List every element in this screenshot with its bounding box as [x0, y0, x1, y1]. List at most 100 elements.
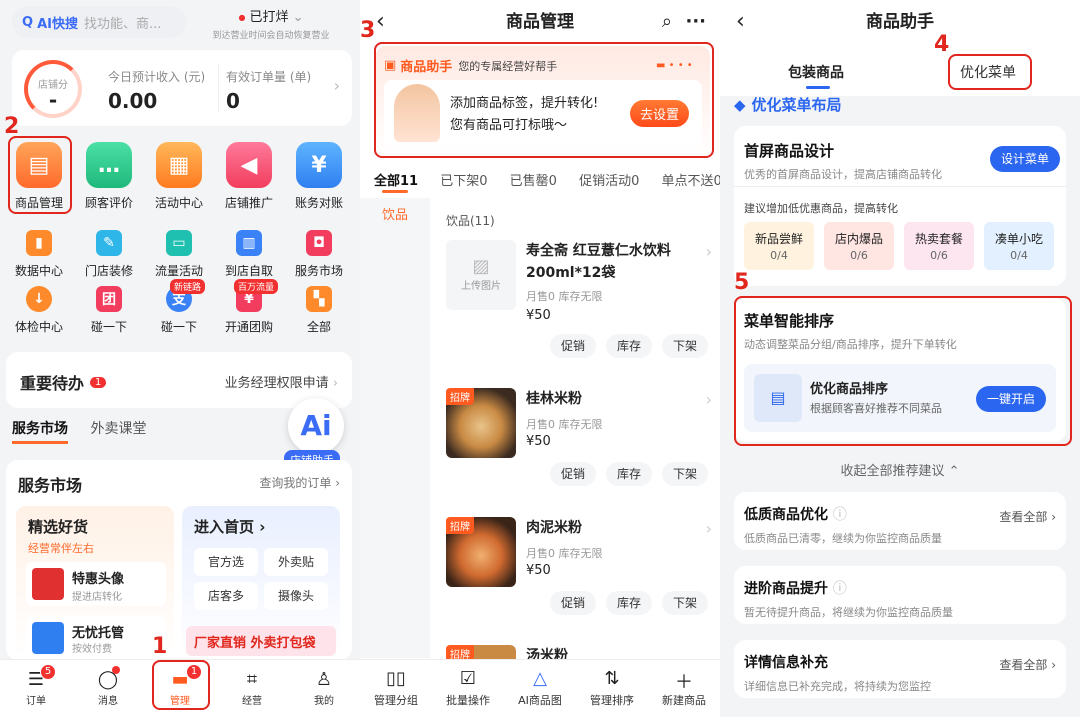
icon-label: 活动中心 — [154, 196, 203, 210]
icon-self-pickup[interactable]: ▥ 到店自取 — [214, 230, 284, 279]
ai-assistant-button[interactable]: Ai — [288, 398, 344, 454]
signature-badge: 招牌 — [446, 517, 474, 534]
back-icon[interactable]: ‹ — [736, 0, 745, 44]
action-sort[interactable]: ⇅ 管理排序 — [576, 668, 648, 708]
icon-health-check[interactable]: ↓ 体检中心 — [4, 286, 74, 335]
icon-label: 到店自取 — [224, 264, 273, 278]
action-manage-groups[interactable]: ▯▯ 管理分组 — [360, 668, 432, 708]
item-thumbnail — [32, 622, 64, 654]
chip-sticker[interactable]: 外卖贴 — [264, 548, 328, 576]
item1-title: 特惠头像 — [72, 572, 125, 587]
tab-all[interactable]: 全部11 — [374, 174, 418, 189]
tab-off-shelf[interactable]: 已下架0 — [440, 174, 487, 189]
mini-hot[interactable]: 店内爆品 0/6 — [824, 222, 894, 270]
yen-icon: ¥ — [296, 142, 342, 188]
delist-button[interactable]: 下架 — [662, 334, 708, 358]
market-link[interactable]: 查询我的订单 — [259, 476, 331, 490]
mini-count: 0/6 — [930, 249, 948, 262]
todo-card[interactable]: 重要待办 1 业务经理权限申请 › — [6, 352, 352, 408]
stock-button[interactable]: 库存 — [606, 334, 652, 358]
action-batch[interactable]: ☑ 批量操作 — [432, 668, 504, 708]
todo-link[interactable]: 业务经理权限申请 — [225, 376, 329, 391]
action-ai-image[interactable]: △ AI商品图 — [504, 668, 576, 708]
icon-store-decoration[interactable]: ✎ 门店装修 — [74, 230, 144, 279]
mini-snack[interactable]: 凑单小吃 0/4 — [984, 222, 1054, 270]
promo-button[interactable]: 促销 — [550, 591, 596, 615]
back-icon[interactable]: ‹ — [376, 0, 385, 44]
tap-icon: 团 — [96, 286, 122, 312]
icon-label: 碰一下 — [160, 320, 197, 334]
order-icon: ☰ — [27, 669, 45, 690]
delist-button[interactable]: 下架 — [662, 462, 708, 486]
tab-business[interactable]: ⌗ 经营 — [216, 668, 288, 707]
detail-info-card[interactable]: 详情信息补充 详细信息已补充完成，将持续为您监控 查看全部 › — [734, 640, 1066, 698]
chat-bubble-icon: … — [86, 142, 132, 188]
stock-button[interactable]: 库存 — [606, 462, 652, 486]
icon-traffic-activity[interactable]: ▭ 流量活动 — [144, 230, 214, 279]
mini-new[interactable]: 新品尝鲜 0/4 — [744, 222, 814, 270]
goods-item-2[interactable]: 无忧托管 按效付费 — [26, 616, 166, 656]
chip-official[interactable]: 官方选 — [194, 548, 258, 576]
design-menu-button[interactable]: 设计菜单 — [990, 146, 1060, 172]
income-value: 0.00 — [108, 89, 158, 113]
tab-service-market[interactable]: 服务市场 — [12, 421, 68, 444]
view-all-link[interactable]: 查看全部 — [999, 510, 1047, 524]
step-5-label: 5 — [734, 270, 750, 295]
product-meta: 月售0 库存无限 — [526, 418, 603, 431]
advanced-card[interactable]: 进阶商品提升 ⓘ 暂无待提升商品，将继续为你监控商品质量 — [734, 566, 1066, 624]
chip-customers[interactable]: 店客多 — [194, 582, 258, 610]
icon-all[interactable]: ▚ 全部 — [284, 286, 354, 335]
stats-card[interactable]: 店铺分 - 今日预计收入 (元) 0.00 有效订单量 (单) 0 › — [12, 50, 352, 126]
view-all-link[interactable]: 查看全部 — [999, 658, 1047, 672]
icon-activity-center[interactable]: ▦ 活动中心 — [144, 142, 214, 211]
featured-goods-card[interactable]: 精选好货 经营常伴左右 特惠头像 提进店转化 无忧托管 按效付费 — [16, 506, 174, 658]
chip-camera[interactable]: 摄像头 — [264, 582, 328, 610]
tab-single-no-delivery[interactable]: 单点不送0 — [662, 174, 721, 189]
category-drinks[interactable]: 饮品 — [360, 204, 430, 223]
goods-item-1[interactable]: 特惠头像 提进店转化 — [26, 562, 166, 606]
tag-million-traffic: 百万流量 — [234, 279, 279, 294]
upload-image-placeholder[interactable]: ▨ 上传图片 — [446, 240, 516, 310]
store-icon: ▥ — [236, 230, 262, 256]
tab-messages[interactable]: ◯ 消息 — [72, 668, 144, 707]
promo-button[interactable]: 促销 — [550, 462, 596, 486]
highlight-box-1 — [152, 660, 210, 710]
action-label: AI商品图 — [518, 694, 562, 707]
monitor-icon: ▭ — [166, 230, 192, 256]
section-optimize-layout: ◆ 优化菜单布局 — [734, 94, 842, 115]
mini-count: 0/4 — [770, 249, 788, 262]
icon-tap-1[interactable]: 团碰一下 — [74, 286, 144, 335]
icon-data-center[interactable]: ▮ 数据中心 — [4, 230, 74, 279]
brush-icon: ✎ — [96, 230, 122, 256]
search-bar[interactable]: Q AI快搜 找功能、商... — [12, 6, 186, 38]
item1-sub: 提进店转化 — [72, 592, 122, 603]
store-status[interactable]: 已打烊 ⌄ 到达营业时间会自动恢复营业 — [196, 6, 346, 41]
tab-profile[interactable]: ♙ 我的 — [288, 668, 360, 707]
grid-icon: ▚ — [306, 286, 332, 312]
icon-service-market[interactable]: ◘ 服务市场 — [284, 230, 354, 279]
chevron-right-icon: › — [333, 76, 340, 95]
megaphone-icon: ◀ — [226, 142, 272, 188]
tab-orders[interactable]: ☰ 订单 — [0, 668, 72, 707]
promo-banner[interactable]: 厂家直销 外卖打包袋 — [186, 626, 336, 656]
delist-button[interactable]: 下架 — [662, 591, 708, 615]
search-icon[interactable]: ⌕ — [662, 0, 672, 44]
chevron-up-icon: ⌃ — [948, 464, 960, 479]
tab-promo[interactable]: 促销活动0 — [579, 174, 639, 189]
collapse-toggle[interactable]: 收起全部推荐建议 ⌃ — [720, 460, 1080, 479]
icon-store-promotion[interactable]: ◀ 店铺推广 — [214, 142, 284, 211]
icon-customer-reviews[interactable]: … 顾客评价 — [74, 142, 144, 211]
icon-accounting[interactable]: ¥ 账务对账 — [284, 142, 354, 211]
mini-set[interactable]: 热卖套餐 0/6 — [904, 222, 974, 270]
low-quality-card[interactable]: 低质商品优化 ⓘ 低质商品已清零，继续为你监控商品质量 查看全部 › — [734, 492, 1066, 550]
trend-icon: ⌗ — [246, 669, 258, 690]
tab-package-products[interactable]: 包装商品 — [788, 62, 844, 82]
tab-sold-out[interactable]: 已售罄0 — [510, 174, 557, 189]
promo-button[interactable]: 促销 — [550, 334, 596, 358]
enter-home-card[interactable]: 进入首页 › 官方选 外卖贴 店客多 摄像头 厂家直销 外卖打包袋 — [182, 506, 340, 658]
stock-button[interactable]: 库存 — [606, 591, 652, 615]
tab-takeout-class[interactable]: 外卖课堂 — [90, 421, 146, 437]
more-icon[interactable]: ··· — [685, 0, 706, 44]
action-new-product[interactable]: ＋新建商品 — [648, 668, 720, 708]
product-item[interactable]: 招牌 汤米粉 — [446, 645, 716, 659]
